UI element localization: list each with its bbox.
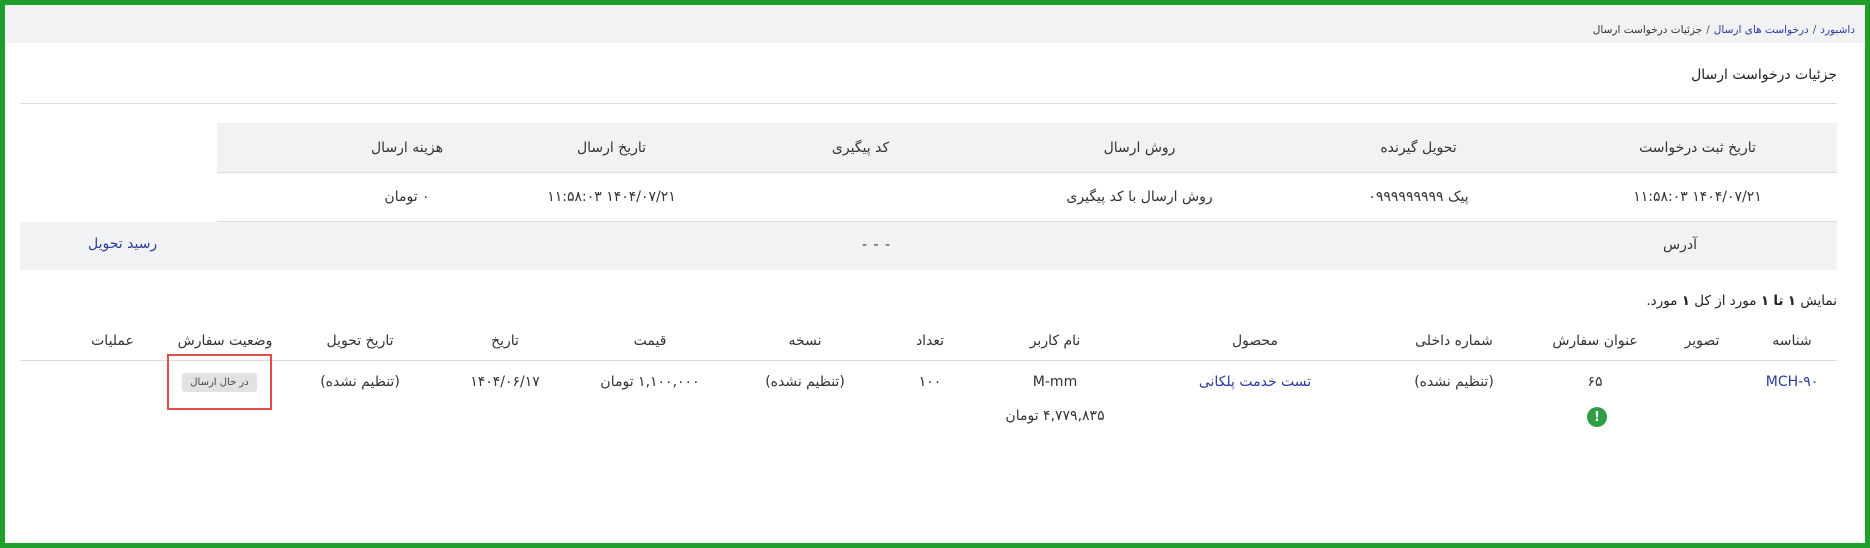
breadcrumb-separator: / [1706,23,1710,36]
col-price: قیمت [633,333,667,349]
summary-total: ۱ [1681,293,1690,309]
row-date: ۱۴۰۴/۰۶/۱۷ [470,374,540,390]
header-receiver: تحویل گیرنده [1380,139,1457,156]
address-label: آدرس [1663,237,1697,253]
col-quantity: تعداد [915,333,945,349]
app-frame: داشبورد / درخواست های ارسال / جزئیات درخ… [0,0,1870,548]
value-shipping-cost: ۰ تومان [384,189,430,205]
header-request-date: تاریخ ثبت درخواست [1639,139,1756,156]
row-order-title: ۶۵ [1587,374,1603,390]
summary-from: ۱ [1787,293,1797,309]
page-title: جزئیات درخواست ارسال [1691,67,1837,83]
value-shipping-method: روش ارسال با کد پیگیری [1066,189,1213,205]
results-summary: نمایش ۱ تا ۱ مورد از کل ۱ مورد. [1646,293,1837,309]
summary-suffix: مورد. [1646,293,1678,309]
row-price: ۱,۱۰۰,۰۰۰ تومان [600,374,700,390]
alert-icon[interactable]: ! [1587,407,1607,427]
col-version: نسخه [788,333,822,349]
row-user-amount: ۴,۷۷۹,۸۳۵ تومان [1005,408,1105,424]
title-divider [20,103,1837,104]
col-product: محصول [1231,333,1279,349]
address-value: - - - [862,237,892,253]
status-badge[interactable]: در حال ارسال [182,372,257,392]
col-actions: عملیات [91,333,134,349]
breadcrumb: داشبورد / درخواست های ارسال / جزئیات درخ… [5,5,1865,43]
details-value-row: ۱۴۰۴/۰۷/۲۱ ۱۱:۵۸:۰۳ پیک ۰۹۹۹۹۹۹۹۹۹ روش ا… [217,173,1837,222]
header-send-date: تاریخ ارسال [576,139,647,156]
product-link[interactable]: تست خدمت پلکانی [1199,374,1311,390]
row-quantity: ۱۰۰ [918,374,942,390]
col-user-name: نام کاربر [1029,333,1081,349]
header-shipping-cost: هزینه ارسال [371,139,444,156]
summary-mid: مورد از کل [1694,293,1757,309]
delivery-receipt-link[interactable]: رسید تحویل [88,236,157,252]
details-header-row: تاریخ ثبت درخواست تحویل گیرنده روش ارسال… [217,123,1837,173]
header-tracking-code: کد پیگیری [831,139,890,156]
col-id: شناسه [1772,333,1812,349]
summary-prefix: نمایش [1800,293,1837,309]
table-row: MCH-۹۰ ۶۵ ! (تنظیم نشده) تست خدمت پلکانی… [20,354,1837,442]
header-shipping-method: روش ارسال [1103,139,1176,156]
col-internal-number: شماره داخلی [1415,333,1493,349]
col-image: تصویر [1684,333,1720,349]
address-row: آدرس - - - رسید تحویل [20,222,1837,270]
row-product-cell: تست خدمت پلکانی [1135,362,1375,402]
value-request-date: ۱۴۰۴/۰۷/۲۱ ۱۱:۵۸:۰۳ [1633,189,1762,205]
summary-to: ۱ [1760,293,1770,309]
col-order-title: عنوان سفارش [1552,333,1638,349]
breadcrumb-requests-link[interactable]: درخواست های ارسال [1714,24,1809,36]
row-id-cell: MCH-۹۰ [1747,362,1837,402]
breadcrumb-current: جزئیات درخواست ارسال [1592,23,1703,36]
summary-to-word: تا [1773,293,1784,309]
order-id-link[interactable]: MCH-۹۰ [1766,374,1818,390]
breadcrumb-separator: / [1812,23,1817,36]
value-receiver: پیک ۰۹۹۹۹۹۹۹۹۹ [1368,189,1469,205]
orders-header-row: شناسه تصویر عنوان سفارش شماره داخلی محصو… [20,321,1837,361]
value-tracking-code [721,173,1000,221]
col-date: تاریخ [491,333,519,349]
row-version: (تنظیم نشده) [765,374,845,390]
row-delivery-date: (تنظیم نشده) [320,374,400,390]
value-send-date: ۱۴۰۴/۰۷/۲۱ ۱۱:۵۸:۰۳ [547,189,676,205]
status-highlight: در حال ارسال [167,354,272,410]
row-internal-number: (تنظیم نشده) [1414,374,1494,390]
breadcrumb-dashboard-link[interactable]: داشبورد [1820,24,1855,36]
col-delivery-date: تاریخ تحویل [326,333,394,349]
